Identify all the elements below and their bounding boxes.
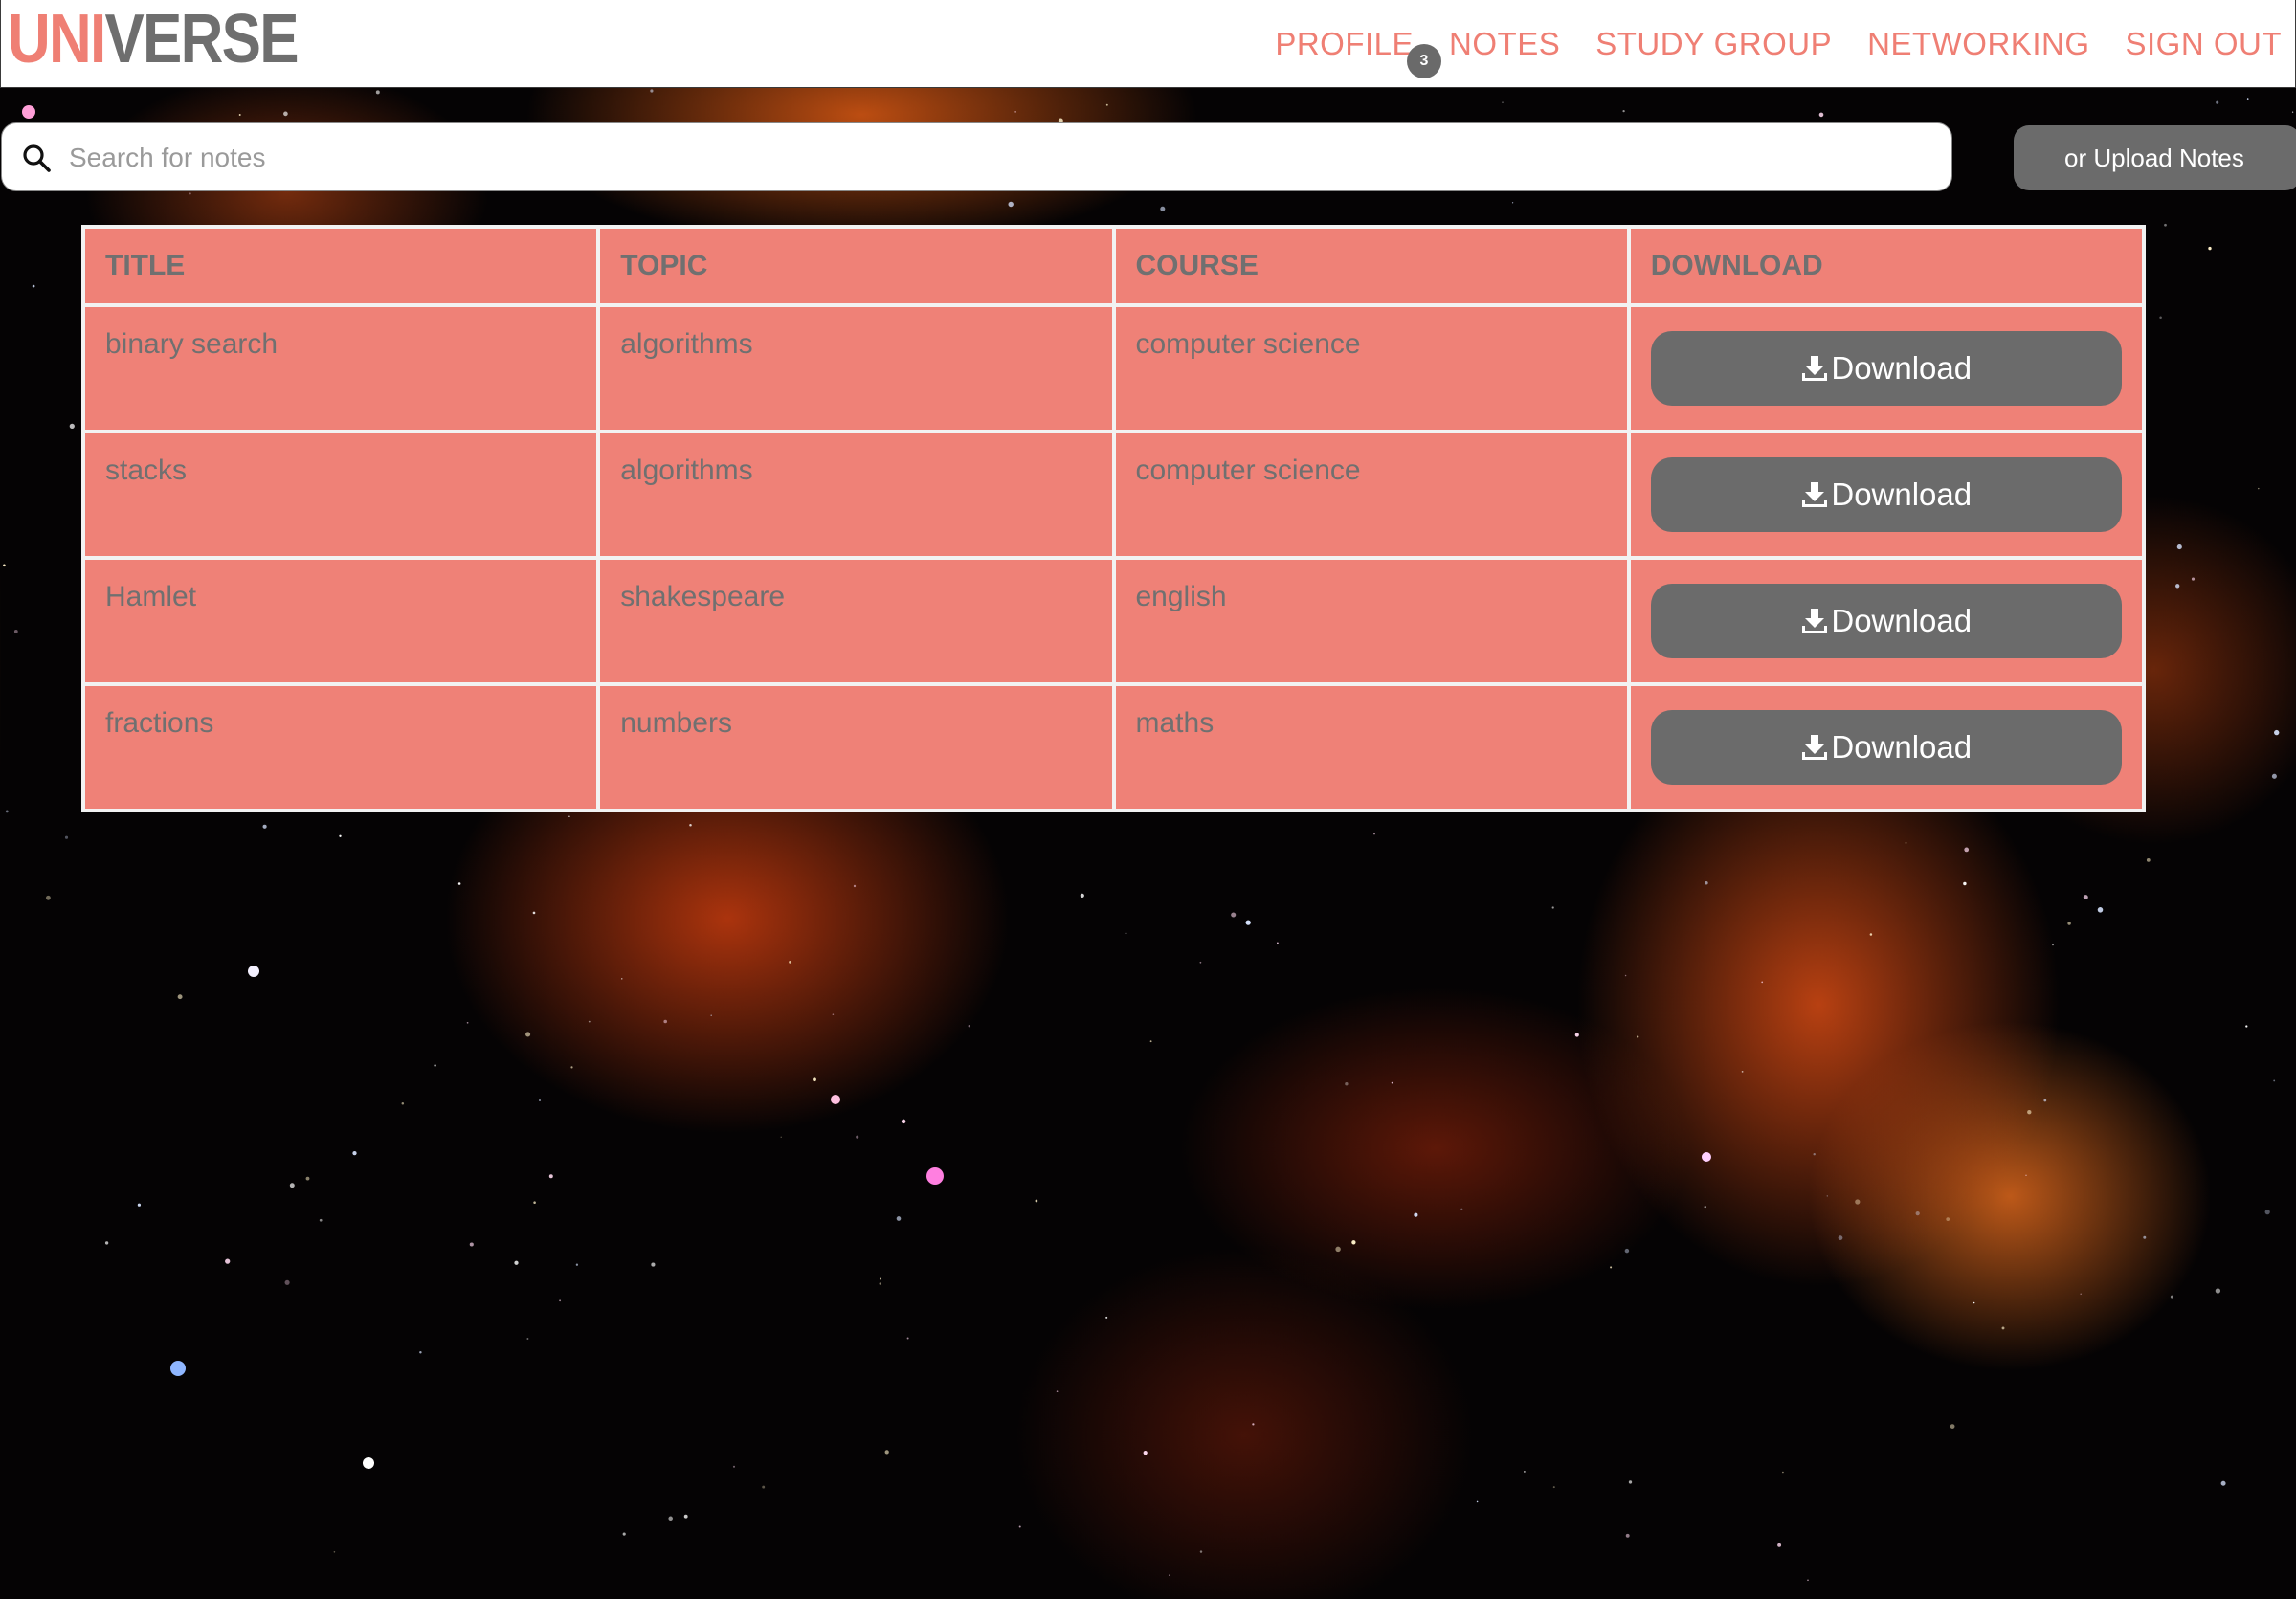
cell-topic: algorithms <box>596 430 1116 560</box>
nav-networking[interactable]: NETWORKING <box>1867 21 2089 67</box>
nav-profile[interactable]: PROFILE <box>1275 21 1414 67</box>
table-row: fractions numbers maths Download <box>80 682 2147 812</box>
upload-notes-button[interactable]: or Upload Notes <box>2014 125 2296 190</box>
download-label: Download <box>1831 477 1973 512</box>
logo-part-uni: UNI <box>8 1 106 78</box>
cell-download: Download <box>1626 430 2147 560</box>
cell-download: Download <box>1626 682 2147 812</box>
header-download: DOWNLOAD <box>1626 225 2147 307</box>
nav-study-group[interactable]: STUDY GROUP <box>1595 21 1832 67</box>
cell-title: stacks <box>80 430 601 560</box>
table-row: stacks algorithms computer science Downl… <box>80 430 2147 560</box>
download-button[interactable]: Download <box>1650 457 2122 532</box>
search-input[interactable] <box>67 131 1928 185</box>
cell-title: fractions <box>80 682 601 812</box>
logo-part-verse: VERSE <box>104 1 299 78</box>
download-label: Download <box>1831 603 1973 638</box>
search-bar <box>1 122 1952 191</box>
cell-course: maths <box>1111 682 1631 812</box>
download-label: Download <box>1831 350 1973 386</box>
download-icon <box>1802 482 1828 507</box>
download-label: Download <box>1831 729 1973 765</box>
header-topic: TOPIC <box>596 225 1116 307</box>
nav-notes[interactable]: NOTES <box>1449 21 1560 67</box>
cell-title: Hamlet <box>80 556 601 686</box>
nav-sign-out[interactable]: SIGN OUT <box>2125 21 2282 67</box>
cell-topic: algorithms <box>596 303 1116 433</box>
table-header-row: TITLE TOPIC COURSE DOWNLOAD <box>80 225 2147 307</box>
cell-title: binary search <box>80 303 601 433</box>
table-row: Hamlet shakespeare english Download <box>80 556 2147 686</box>
cell-topic: numbers <box>596 682 1116 812</box>
cell-course: computer science <box>1111 303 1631 433</box>
cell-download: Download <box>1626 556 2147 686</box>
notes-table: TITLE TOPIC COURSE DOWNLOAD binary searc… <box>80 225 2147 812</box>
table-row: binary search algorithms computer scienc… <box>80 303 2147 433</box>
download-button[interactable]: Download <box>1650 584 2122 658</box>
cell-course: computer science <box>1111 430 1631 560</box>
cell-download: Download <box>1626 303 2147 433</box>
profile-notification-badge[interactable]: 3 <box>1407 44 1441 78</box>
download-icon <box>1802 356 1828 381</box>
header-title: TITLE <box>80 225 601 307</box>
cell-course: english <box>1111 556 1631 686</box>
download-icon <box>1802 609 1828 633</box>
cell-topic: shakespeare <box>596 556 1116 686</box>
top-navbar: UNIVERSE PROFILE NOTES STUDY GROUP NETWO… <box>0 0 2296 88</box>
search-icon <box>23 144 51 172</box>
download-button[interactable]: Download <box>1650 331 2122 406</box>
download-icon <box>1802 735 1828 760</box>
download-button[interactable]: Download <box>1650 710 2122 785</box>
header-course: COURSE <box>1111 225 1631 307</box>
universe-logo[interactable]: UNIVERSE <box>8 2 300 77</box>
